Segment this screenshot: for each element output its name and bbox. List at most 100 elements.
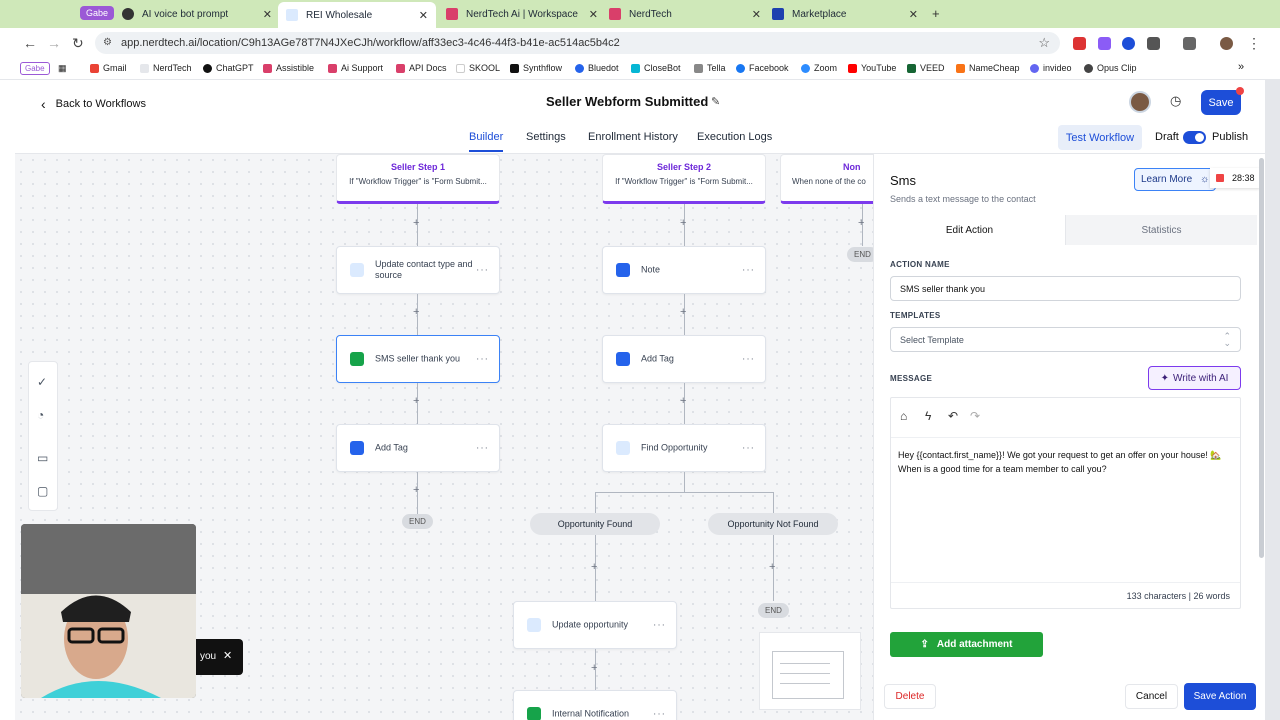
tab-group-label[interactable]: Gabe xyxy=(80,6,115,20)
action-note[interactable]: Note ··· xyxy=(602,246,766,294)
message-editor[interactable]: ⌂ ϟ ↶ ↷ Hey {{contact.first_name}}! We g… xyxy=(890,397,1241,609)
back-to-workflows-link[interactable]: ‹ Back to Workflows xyxy=(41,96,146,112)
add-step-icon[interactable]: + xyxy=(680,217,686,229)
apps-grid-icon[interactable]: ▦ xyxy=(58,63,67,74)
bookmark-synthflow[interactable]: Synthflow xyxy=(510,63,562,73)
bookmark-star-icon[interactable]: ☆ xyxy=(1038,35,1050,51)
panel-scrollbar[interactable] xyxy=(1259,158,1264,558)
add-step-icon[interactable]: + xyxy=(591,561,597,573)
close-icon[interactable]: ✕ xyxy=(909,8,918,21)
bookmark-chatgpt[interactable]: ChatGPT xyxy=(203,63,254,73)
puzzle-icon[interactable] xyxy=(1147,37,1160,50)
browser-tab-marketplace[interactable]: Marketplace ✕ xyxy=(772,3,918,25)
bookmark-api-docs[interactable]: API Docs xyxy=(396,63,447,73)
browser-tab-nerdtech[interactable]: NerdTech ✕ xyxy=(609,3,761,25)
bookmark-ai-support[interactable]: Ai Support xyxy=(328,63,383,73)
action-name-input[interactable]: SMS seller thank you xyxy=(890,276,1241,301)
add-step-icon[interactable]: + xyxy=(680,306,686,318)
reload-icon[interactable]: ↻ xyxy=(72,35,84,52)
publish-toggle[interactable] xyxy=(1183,131,1206,144)
tab-statistics[interactable]: Statistics xyxy=(1065,215,1257,245)
tab-settings[interactable]: Settings xyxy=(526,131,566,143)
site-info-icon[interactable]: ⚙ xyxy=(103,37,112,48)
canvas-minimap[interactable] xyxy=(759,632,861,710)
action-internal-notification[interactable]: Internal Notification ··· xyxy=(513,690,677,720)
trigger-seller-step-2[interactable]: Seller Step 2 If "Workflow Trigger" is "… xyxy=(602,154,766,204)
bookmark-tella[interactable]: Tella xyxy=(694,63,726,73)
bookmark-nerdtech[interactable]: NerdTech xyxy=(140,63,192,73)
add-step-icon[interactable]: + xyxy=(858,217,864,229)
close-icon[interactable]: ✕ xyxy=(263,8,272,21)
cast-icon[interactable] xyxy=(1183,37,1196,50)
cancel-button[interactable]: Cancel xyxy=(1125,684,1178,709)
tag-icon[interactable]: ⌂ xyxy=(900,409,907,423)
more-options-icon[interactable]: ··· xyxy=(742,354,755,365)
undo-icon[interactable]: ↶ xyxy=(948,409,958,423)
bookmark-zoom[interactable]: Zoom xyxy=(801,63,837,73)
more-options-icon[interactable]: ··· xyxy=(653,709,666,720)
forward-arrow-icon[interactable]: → xyxy=(47,35,61,51)
browser-tab-ai-voice[interactable]: AI voice bot prompt ✕ xyxy=(122,3,272,25)
save-button[interactable]: Save xyxy=(1201,90,1241,115)
profile-avatar-icon[interactable] xyxy=(1220,37,1233,50)
action-update-opportunity[interactable]: Update opportunity ··· xyxy=(513,601,677,649)
save-action-button[interactable]: Save Action xyxy=(1184,683,1256,710)
branch-opportunity-not-found[interactable]: Opportunity Not Found xyxy=(708,513,838,535)
more-options-icon[interactable]: ··· xyxy=(476,265,489,276)
delete-button[interactable]: Delete xyxy=(884,684,936,709)
notes-icon[interactable]: ▢ xyxy=(37,484,48,498)
extension-icon[interactable] xyxy=(1098,37,1111,50)
bookmark-assistible[interactable]: Assistible xyxy=(263,63,314,73)
close-icon[interactable]: ✕ xyxy=(419,9,428,22)
add-step-icon[interactable]: + xyxy=(413,484,419,496)
kebab-menu-icon[interactable]: ⋮ xyxy=(1247,35,1261,52)
bookmark-opus-clip[interactable]: Opus Clip xyxy=(1084,63,1137,73)
extension-icon[interactable] xyxy=(1073,37,1086,50)
trigger-none[interactable]: Non When none of the co xyxy=(780,154,873,204)
extension-icon[interactable] xyxy=(1122,37,1135,50)
tab-builder[interactable]: Builder xyxy=(469,131,504,152)
redo-icon[interactable]: ↷ xyxy=(970,409,980,423)
add-step-icon[interactable]: + xyxy=(769,561,775,573)
comment-icon[interactable]: ▭ xyxy=(37,451,48,465)
back-arrow-icon[interactable]: ← xyxy=(23,35,37,51)
action-sms-seller-thank-you[interactable]: SMS seller thank you ··· xyxy=(336,335,500,383)
write-with-ai-button[interactable]: ✦ Write with AI xyxy=(1148,366,1241,390)
more-options-icon[interactable]: ··· xyxy=(476,354,489,365)
tab-enrollment-history[interactable]: Enrollment History xyxy=(588,131,678,143)
message-text[interactable]: Hey {{contact.first_name}}! We got your … xyxy=(898,448,1233,476)
add-step-icon[interactable]: + xyxy=(413,306,419,318)
more-bookmarks-icon[interactable]: » xyxy=(1238,61,1244,73)
test-workflow-button[interactable]: Test Workflow xyxy=(1058,125,1142,150)
close-icon[interactable]: ✕ xyxy=(223,649,232,662)
bookmark-veed[interactable]: VEED xyxy=(907,63,945,73)
bookmark-closebot[interactable]: CloseBot xyxy=(631,63,681,73)
tab-edit-action[interactable]: Edit Action xyxy=(874,215,1065,245)
branch-opportunity-found[interactable]: Opportunity Found xyxy=(530,513,660,535)
more-options-icon[interactable]: ··· xyxy=(476,443,489,454)
action-update-contact[interactable]: Update contact type and source ··· xyxy=(336,246,500,294)
close-icon[interactable]: ✕ xyxy=(752,8,761,21)
more-options-icon[interactable]: ··· xyxy=(653,620,666,631)
bookmark-facebook[interactable]: Facebook xyxy=(736,63,789,73)
add-attachment-button[interactable]: ⇪ Add attachment xyxy=(890,632,1043,657)
templates-select[interactable]: Select Template ⌃ ⌄ xyxy=(890,327,1241,352)
user-avatar[interactable] xyxy=(1129,91,1151,113)
action-add-tag[interactable]: Add Tag ··· xyxy=(336,424,500,472)
pencil-icon[interactable]: ✎ xyxy=(711,95,720,108)
add-step-icon[interactable]: + xyxy=(413,217,419,229)
browser-tab-nerdtech-workspace[interactable]: NerdTech Ai | Workspace ✕ xyxy=(446,3,598,25)
bookmark-gmail[interactable]: Gmail xyxy=(90,63,127,73)
bookmark-youtube[interactable]: YouTube xyxy=(848,63,896,73)
add-step-icon[interactable]: + xyxy=(413,395,419,407)
tab-execution-logs[interactable]: Execution Logs xyxy=(697,131,772,143)
add-step-icon[interactable]: + xyxy=(680,395,686,407)
close-icon[interactable]: ✕ xyxy=(589,8,598,21)
trigger-seller-step-1[interactable]: Seller Step 1 If "Workflow Trigger" is "… xyxy=(336,154,500,204)
bookmark-bluedot[interactable]: Bluedot xyxy=(575,63,619,73)
history-icon[interactable]: ◷ xyxy=(1170,93,1181,109)
action-find-opportunity[interactable]: Find Opportunity ··· xyxy=(602,424,766,472)
address-bar[interactable]: ⚙ app.nerdtech.ai/location/C9h13AGe78T7N… xyxy=(95,32,1060,54)
check-circle-icon[interactable]: ✓ xyxy=(37,375,47,389)
new-tab-icon[interactable]: + xyxy=(932,6,940,21)
